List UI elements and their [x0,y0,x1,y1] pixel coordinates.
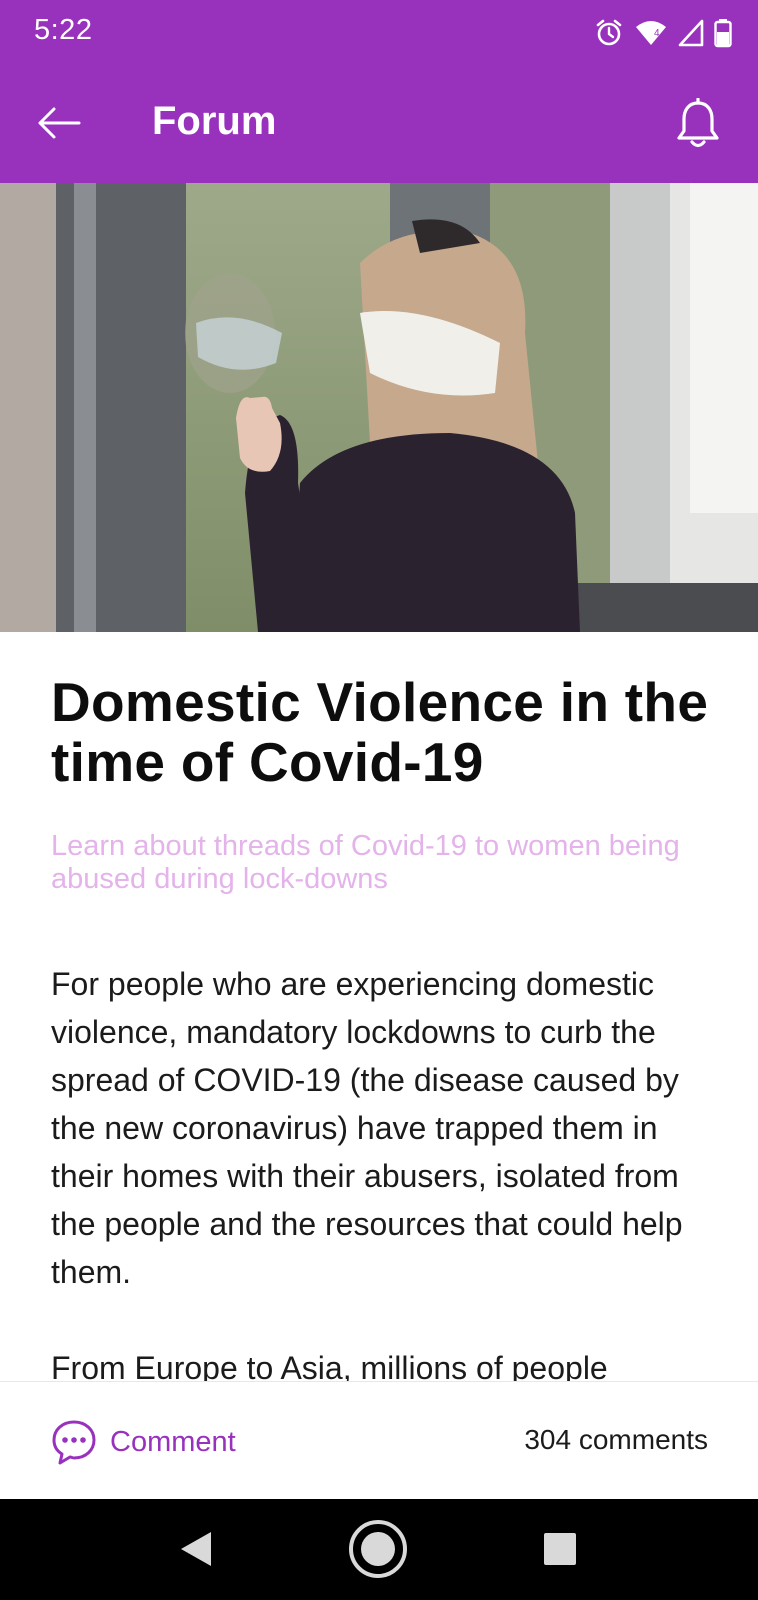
nav-home-button[interactable] [348,1519,408,1579]
wifi-icon: 4 [636,21,666,45]
status-bar: 5:22 4 [0,0,758,64]
page-title: Forum [152,99,277,143]
chat-bubble-icon [52,1420,96,1465]
article-paragraph: For people who are experiencing domestic… [51,966,683,1290]
hero-photo [0,183,758,632]
arrow-left-icon [38,107,81,139]
article-hero-image [0,183,758,632]
notifications-button[interactable] [668,92,728,156]
comment-count: 304 comments [524,1424,708,1455]
status-icons: 4 [594,16,732,50]
back-triangle-icon [181,1532,211,1566]
app-bar: 5:22 4 Forum [0,0,758,183]
comment-button[interactable]: Comment [50,1418,236,1466]
wifi-badge: 4 [654,28,660,39]
battery-icon [714,19,732,48]
nav-back-button[interactable] [166,1519,226,1579]
recents-square-icon [544,1533,576,1565]
article-subheadline: Learn about threads of Covid-19 to women… [51,830,680,895]
back-button[interactable] [30,94,88,152]
alarm-icon [596,19,622,46]
system-navigation-bar [0,1499,758,1600]
nav-recents-button[interactable] [530,1519,590,1579]
bell-icon [677,98,719,148]
article-headline: Domestic Violence in the time of Covid-1… [51,671,709,793]
home-circle-icon [349,1520,407,1578]
article-content: Domestic Violence in the time of Covid-1… [51,632,721,1392]
status-time: 5:22 [34,14,93,46]
comment-bar: Comment 304 comments [0,1381,758,1500]
signal-icon [678,19,704,47]
comment-label: Comment [110,1425,236,1458]
toolbar: Forum [0,64,758,183]
